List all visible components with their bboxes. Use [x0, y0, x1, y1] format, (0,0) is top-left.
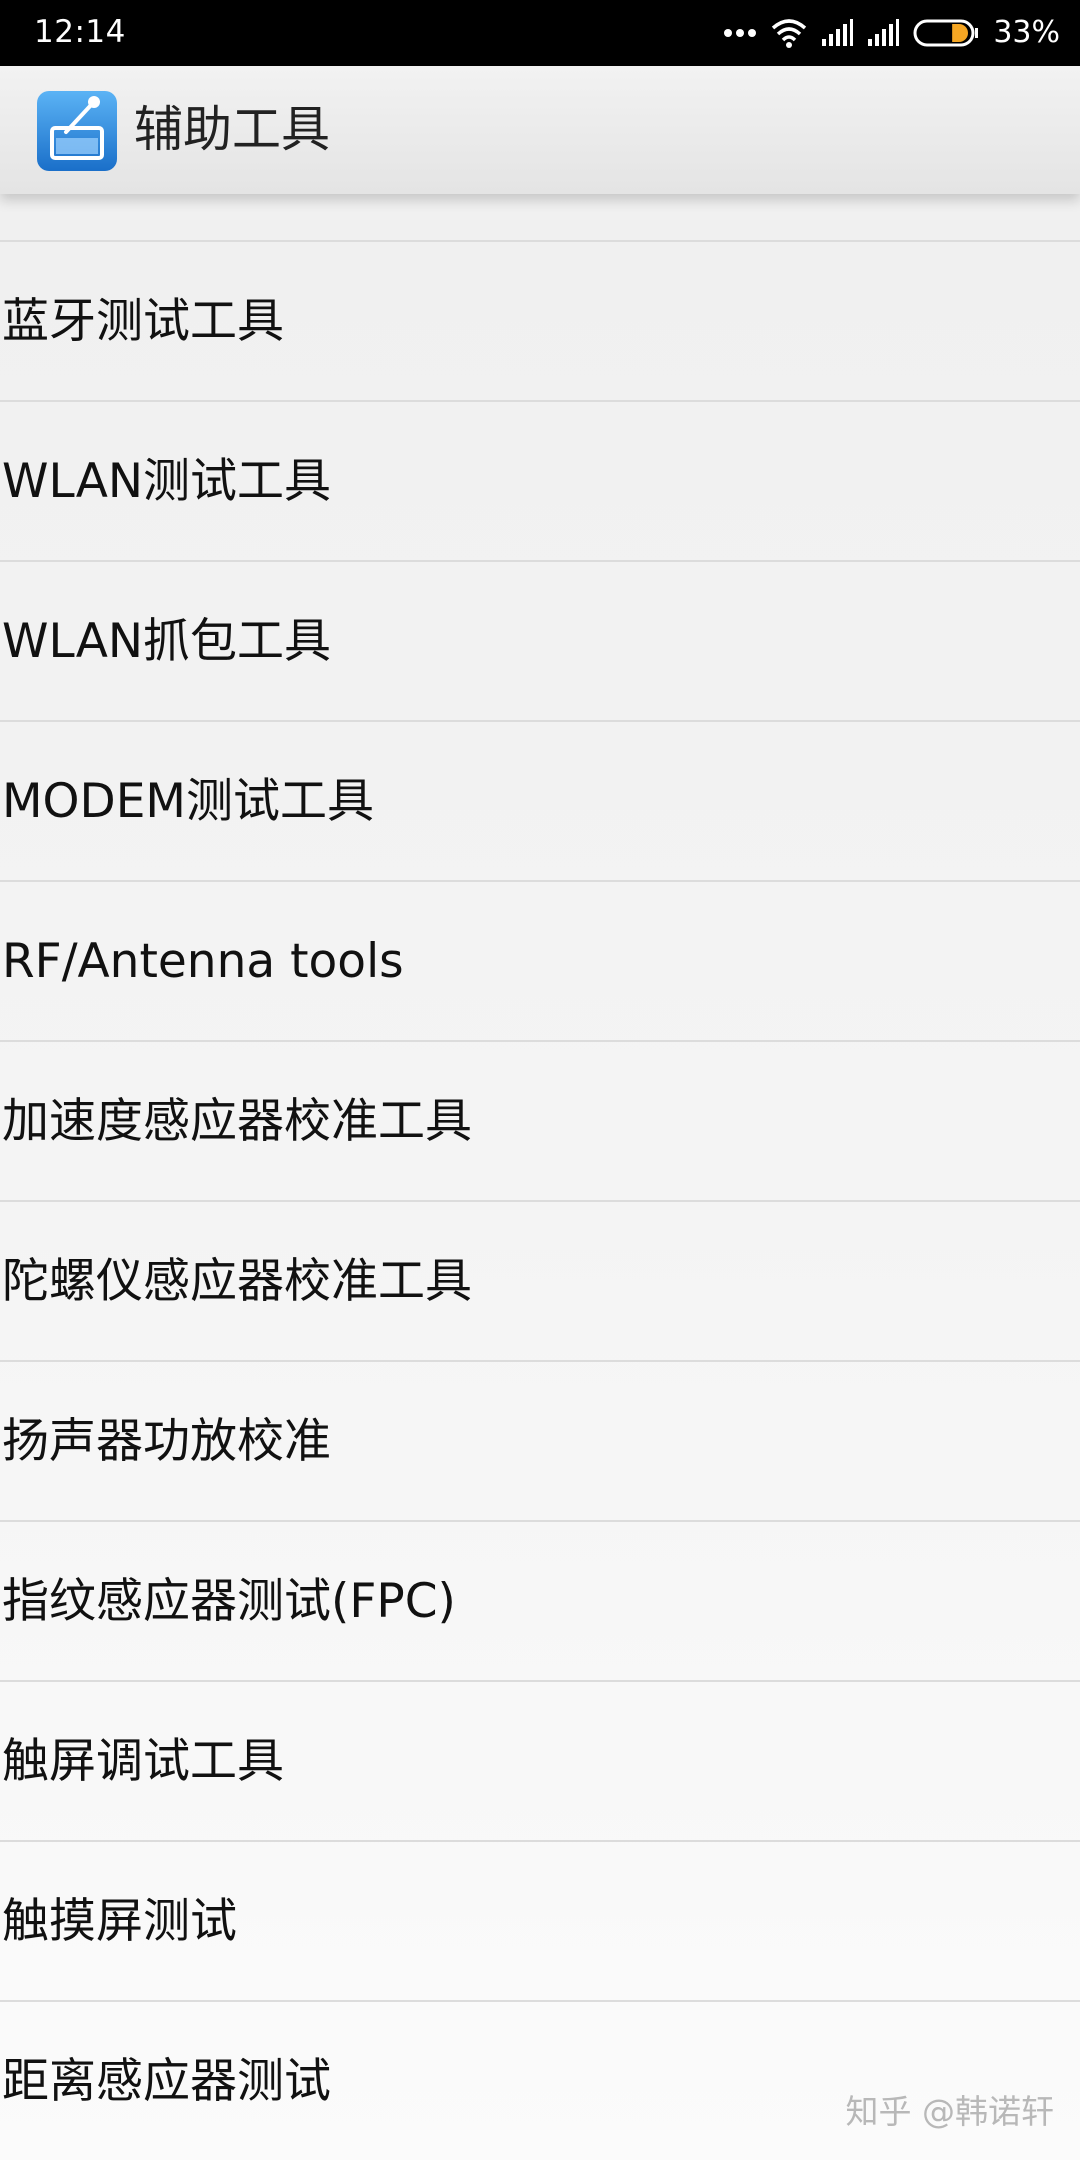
battery-percent: 33% — [993, 15, 1060, 50]
list-item-rf-antenna[interactable]: RF/Antenna tools — [0, 882, 1080, 1042]
list-item-label: 触摸屏测试 — [2, 1894, 237, 1949]
list-item-touchscreen-test[interactable]: 触摸屏测试 — [0, 1842, 1080, 2002]
signal-2-icon — [867, 19, 900, 47]
tools-list: 蓝牙测试工具 WLAN测试工具 WLAN抓包工具 MODEM测试工具 RF/An… — [0, 194, 1080, 2160]
list-item-modem-test[interactable]: MODEM测试工具 — [0, 722, 1080, 882]
action-bar: 辅助工具 — [0, 66, 1080, 194]
toolbox-icon[interactable] — [36, 90, 118, 172]
list-item-label: 触屏调试工具 — [2, 1734, 284, 1789]
list-item-label: 加速度感应器校准工具 — [2, 1094, 472, 1149]
list-item-bluetooth-test[interactable]: 蓝牙测试工具 — [0, 242, 1080, 402]
list-item-proximity-test[interactable]: 距离感应器测试 — [0, 2002, 1080, 2160]
list-item-label: 指纹感应器测试(FPC) — [2, 1574, 456, 1629]
list-item-gyroscope-calibration[interactable]: 陀螺仪感应器校准工具 — [0, 1202, 1080, 1362]
list-item-fingerprint-test[interactable]: 指纹感应器测试(FPC) — [0, 1522, 1080, 1682]
page-title: 辅助工具 — [134, 101, 331, 158]
list-item-accelerometer-calibration[interactable]: 加速度感应器校准工具 — [0, 1042, 1080, 1202]
list-item-label: 陀螺仪感应器校准工具 — [2, 1254, 472, 1309]
wifi-icon — [771, 18, 807, 48]
list-item-speaker-calibration[interactable]: 扬声器功放校准 — [0, 1362, 1080, 1522]
list-item-label: WLAN抓包工具 — [2, 614, 332, 669]
status-time: 12:14 — [34, 14, 126, 50]
watermark: 知乎 @韩诺轩 — [845, 2092, 1055, 2131]
battery-icon — [913, 19, 979, 47]
list-item-label: 蓝牙测试工具 — [2, 294, 284, 349]
list-item-label: 扬声器功放校准 — [2, 1414, 331, 1469]
list-item-label: RF/Antenna tools — [2, 934, 404, 989]
list-item-touchscreen-debug[interactable]: 触屏调试工具 — [0, 1682, 1080, 1842]
status-icons: 33% — [723, 0, 1060, 66]
more-dots-icon — [723, 27, 757, 39]
list-item-label: WLAN测试工具 — [2, 454, 332, 509]
list-item-wlan-test[interactable]: WLAN测试工具 — [0, 402, 1080, 562]
list-item-wlan-capture[interactable]: WLAN抓包工具 — [0, 562, 1080, 722]
list-item-label: 距离感应器测试 — [2, 2054, 331, 2109]
list-item-label: MODEM测试工具 — [2, 774, 374, 829]
signal-1-icon — [821, 19, 854, 47]
status-bar: 12:14 33% — [0, 0, 1080, 66]
